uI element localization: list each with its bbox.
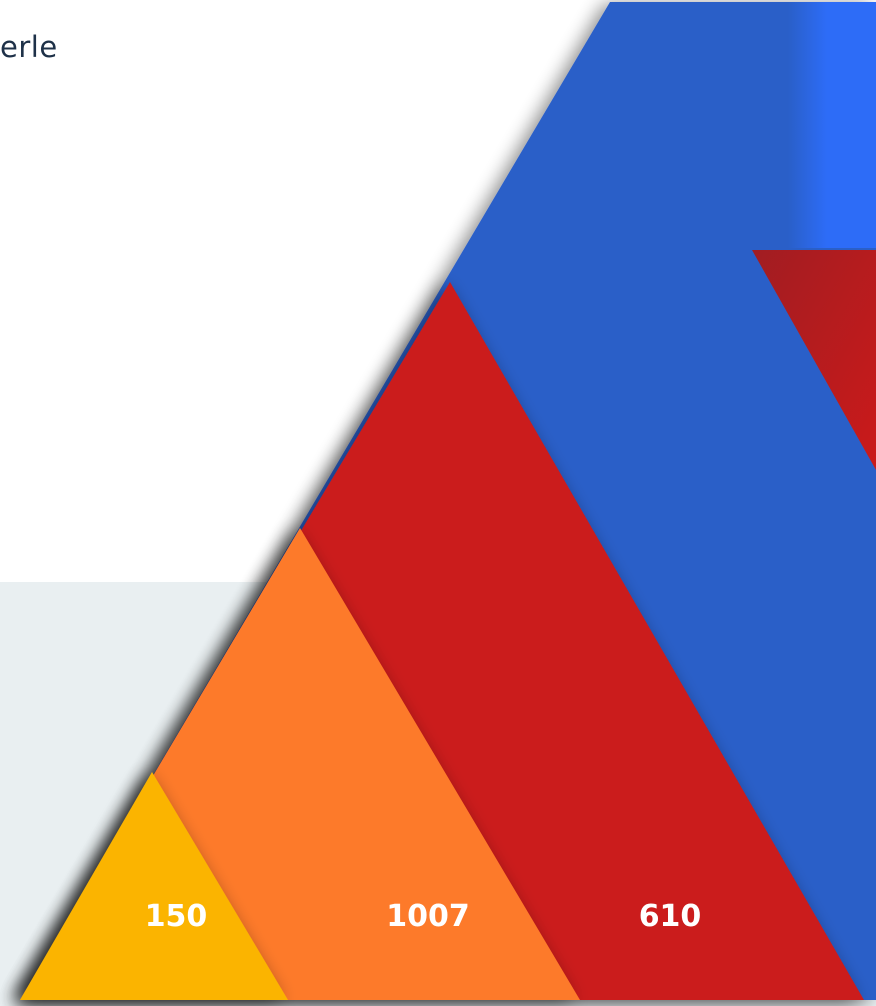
yellow-label: 150 [145,899,208,934]
red-label: 610 [639,899,702,934]
layered-triangle-graphic: 150 1007 610 [20,2,876,1000]
orange-label: 1007 [386,899,470,934]
